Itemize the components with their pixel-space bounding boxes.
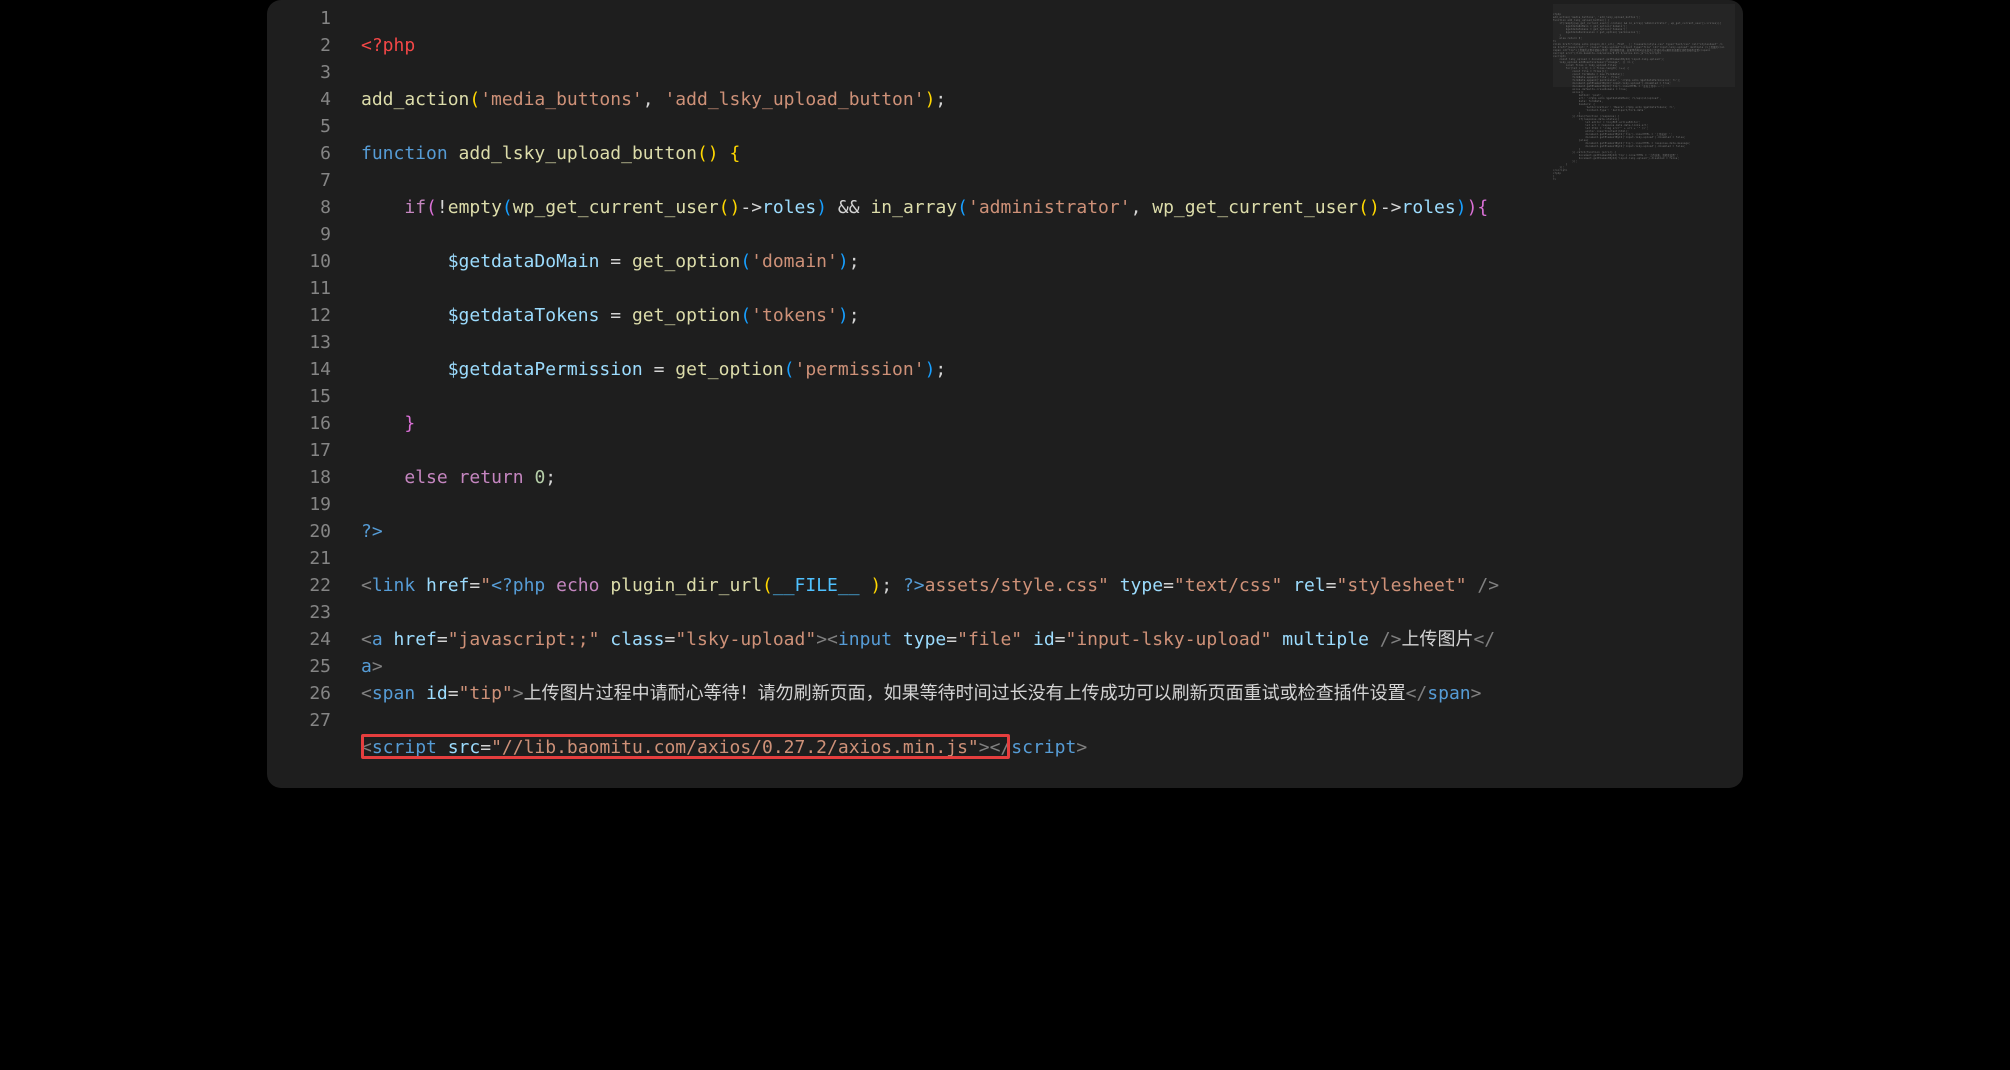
code-line[interactable]: $getdataTokens = get_option('tokens');: [361, 302, 1743, 329]
line-number: 13: [267, 329, 361, 356]
code-line-highlighted[interactable]: <script src="//lib.baomitu.com/axios/0.2…: [361, 734, 1743, 761]
line-number: 2: [267, 32, 361, 59]
line-number: 7: [267, 167, 361, 194]
line-number: 17: [267, 437, 361, 464]
code-line[interactable]: <a href="javascript:;" class="lsky-uploa…: [361, 626, 1743, 653]
line-number-gutter: 1 2 3 4 5 6 7 8 9 10 11 12 13 14 15 16 1…: [267, 0, 361, 788]
editor-area[interactable]: 1 2 3 4 5 6 7 8 9 10 11 12 13 14 15 16 1…: [267, 0, 1743, 788]
line-number: 9: [267, 221, 361, 248]
line-number: 14: [267, 356, 361, 383]
line-number: 16: [267, 410, 361, 437]
editor-window: 1 2 3 4 5 6 7 8 9 10 11 12 13 14 15 16 1…: [267, 0, 1743, 788]
line-number: 11: [267, 275, 361, 302]
line-number: 27: [267, 707, 361, 734]
code-line[interactable]: else return 0;: [361, 464, 1743, 491]
php-close-tag: ?>: [361, 521, 383, 542]
line-number: 26: [267, 680, 361, 707]
line-number: 6: [267, 140, 361, 167]
php-open-tag: <?php: [361, 35, 415, 56]
code-line[interactable]: }: [361, 410, 1743, 437]
line-number: 20: [267, 518, 361, 545]
line-number: 23: [267, 599, 361, 626]
line-number: 8: [267, 194, 361, 221]
code-line[interactable]: ?>: [361, 518, 1743, 545]
line-number: 24: [267, 626, 361, 653]
line-number: 18: [267, 464, 361, 491]
line-number: 22: [267, 572, 361, 599]
line-number: 12: [267, 302, 361, 329]
line-number: 15: [267, 383, 361, 410]
code-line[interactable]: <span id="tip">上传图片过程中请耐心等待！请勿刷新页面，如果等待时…: [361, 680, 1743, 707]
code-line[interactable]: <link href="<?php echo plugin_dir_url(__…: [361, 572, 1743, 599]
line-number: 5: [267, 113, 361, 140]
line-number: 10: [267, 248, 361, 275]
code-line[interactable]: function add_lsky_upload_button() {: [361, 140, 1743, 167]
code-line[interactable]: <?php: [361, 32, 1743, 59]
code-content[interactable]: <?php add_action('media_buttons', 'add_l…: [361, 0, 1743, 788]
line-number: 1: [267, 5, 361, 32]
line-number: 21: [267, 545, 361, 572]
line-number: 19: [267, 491, 361, 518]
line-number: 3: [267, 59, 361, 86]
line-number: 4: [267, 86, 361, 113]
code-line[interactable]: $getdataPermission = get_option('permiss…: [361, 356, 1743, 383]
code-line[interactable]: $getdataDoMain = get_option('domain');: [361, 248, 1743, 275]
code-line[interactable]: if(!empty(wp_get_current_user()->roles) …: [361, 194, 1743, 221]
line-number: 25: [267, 653, 361, 680]
code-line[interactable]: add_action('media_buttons', 'add_lsky_up…: [361, 86, 1743, 113]
